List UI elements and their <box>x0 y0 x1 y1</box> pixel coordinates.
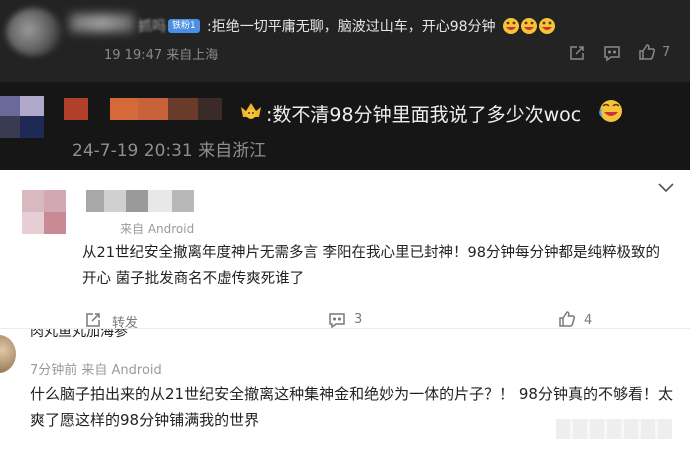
username-partial[interactable]: 抓吗 <box>138 16 166 36</box>
chevron-down-icon[interactable] <box>657 180 675 199</box>
username-pixelated[interactable] <box>86 190 194 212</box>
comment-text: :数不清98分钟里面我说了多少次woc <box>266 104 582 126</box>
like-icon[interactable] <box>638 43 656 65</box>
avatar[interactable] <box>6 8 62 56</box>
avatar-pixelated[interactable] <box>0 96 46 142</box>
comment-meta: 19 19:47 来自上海 <box>104 48 219 63</box>
laugh-emoji-icon <box>502 17 556 39</box>
comment-text: :拒绝一切平庸无聊，脑波过山车，开心98分钟 <box>207 19 496 35</box>
fan-badge-label: 铁粉1 <box>172 21 196 31</box>
like-count: 4 <box>584 313 593 328</box>
comment-count: 3 <box>354 312 363 327</box>
comment-icon[interactable] <box>603 44 621 66</box>
share-icon[interactable] <box>568 44 586 66</box>
avatar[interactable] <box>0 335 16 373</box>
avatar-pixelated[interactable] <box>22 190 66 234</box>
username[interactable]: 肉丸鱼丸加海参 <box>30 329 128 341</box>
comment-meta: 24-7-19 20:31 来自浙江 <box>72 141 267 161</box>
comment-card-2: :数不清98分钟里面我说了多少次woc 24-7-19 20:31 来自浙江 <box>0 82 690 170</box>
fan-badge: 铁粉1 <box>168 19 200 33</box>
comment-card-1: 抓吗 铁粉1 :拒绝一切平庸无聊，脑波过山车，开心98分钟 19 19:47 来… <box>0 0 690 82</box>
username-pixelated[interactable] <box>64 98 234 120</box>
crown-emoji-icon <box>238 98 264 126</box>
username-blurred[interactable] <box>70 14 134 32</box>
comment-text: 从21世纪安全撤离年度神片无需多言 李阳在我心里已封神！98分钟每分钟都是纯粹极… <box>82 245 661 287</box>
comment-meta: 来自 Android <box>120 222 195 236</box>
comment-meta: 7分钟前 来自 Android <box>30 363 162 378</box>
watermark <box>556 419 672 439</box>
crying-laugh-emoji-icon <box>598 98 624 128</box>
comment-card-4: 肉丸鱼丸加海参 7分钟前 来自 Android 什么脑子拍出来的从21世纪安全撤… <box>0 329 690 449</box>
comment-card-3: 来自 Android 从21世纪安全撤离年度神片无需多言 李阳在我心里已封神！9… <box>0 170 690 331</box>
like-count: 7 <box>662 45 671 60</box>
